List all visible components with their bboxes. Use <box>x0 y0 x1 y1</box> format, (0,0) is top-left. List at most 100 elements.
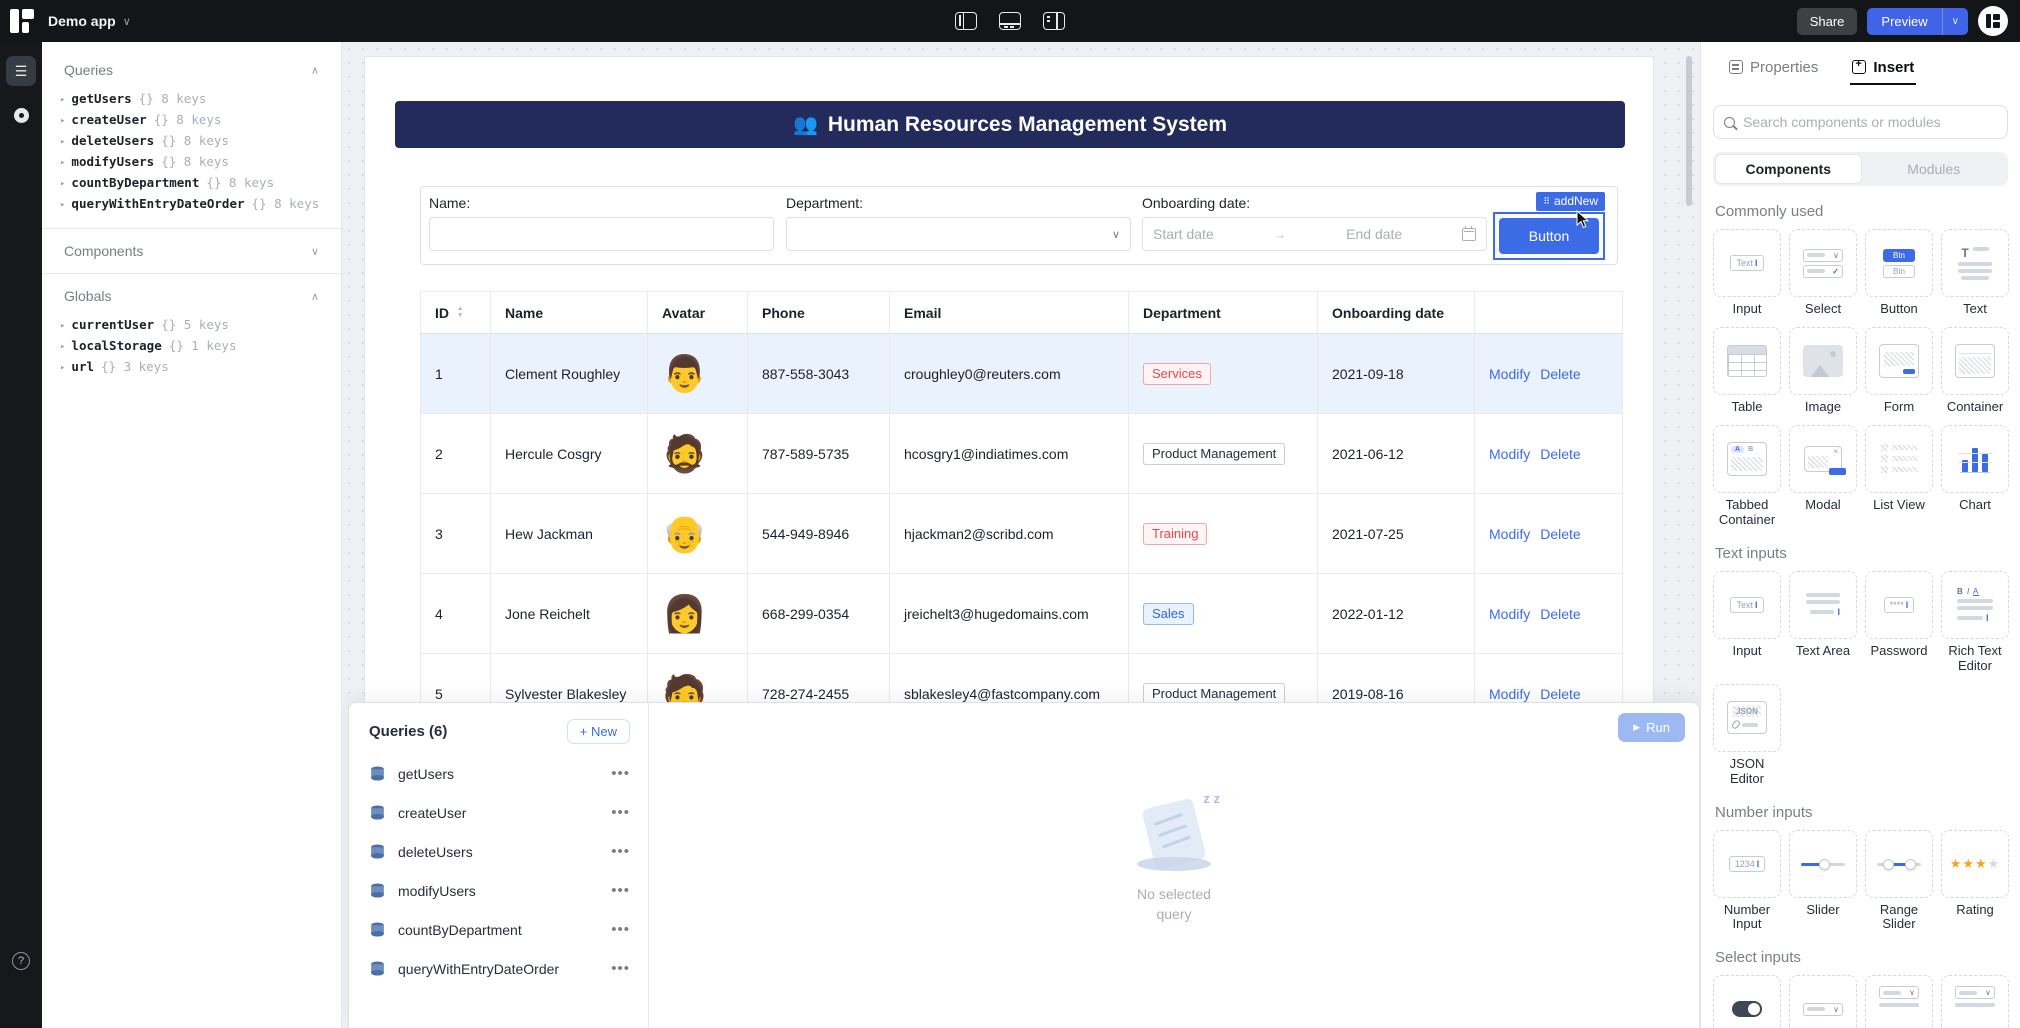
calendar-icon[interactable] <box>1462 228 1476 241</box>
modify-link[interactable]: Modify <box>1489 526 1530 542</box>
component-card-cascader[interactable]: ∨ <box>1941 975 2009 1028</box>
delete-link[interactable]: Delete <box>1540 526 1580 542</box>
tree-item[interactable]: ▸deleteUsers{} 8 keys <box>42 130 341 151</box>
column-header-email[interactable]: Email <box>890 292 1129 334</box>
tree-item[interactable]: ▸localStorage{} 1 keys <box>42 335 341 356</box>
component-card-container[interactable]: Container <box>1941 327 2009 415</box>
new-query-button[interactable]: + New <box>567 719 630 744</box>
globals-section-header[interactable]: Globals ∧ <box>42 284 341 308</box>
caret-right-icon[interactable]: ▸ <box>60 342 65 352</box>
users-table[interactable]: ID ▲▼ Name Avatar Phone Email Department… <box>420 291 1623 734</box>
column-header-id[interactable]: ID ▲▼ <box>421 292 491 334</box>
toggle-right-panel-icon[interactable] <box>1043 12 1065 30</box>
table-row[interactable]: 3 Hew Jackman 👴 544-949-8946 hjackman2@s… <box>421 494 1623 574</box>
delete-link[interactable]: Delete <box>1540 686 1580 702</box>
name-input[interactable] <box>429 217 774 251</box>
component-card-password[interactable]: ****I Password <box>1865 571 1933 674</box>
account-avatar[interactable] <box>1978 6 2008 36</box>
component-card-input[interactable]: TextI Input <box>1713 571 1781 674</box>
column-header-name[interactable]: Name <box>491 292 648 334</box>
caret-right-icon[interactable]: ▸ <box>60 363 65 373</box>
name-input-field[interactable] <box>440 226 763 242</box>
component-card-slider[interactable]: Slider <box>1789 830 1857 933</box>
run-query-button[interactable]: ▶ Run <box>1618 713 1685 742</box>
chevron-down-icon[interactable]: ∨ <box>123 15 131 28</box>
query-list-item[interactable]: modifyUsers••• <box>349 871 648 910</box>
tree-item[interactable]: ▸currentUser{} 5 keys <box>42 314 341 335</box>
component-card-switch[interactable] <box>1713 975 1781 1028</box>
modify-link[interactable]: Modify <box>1489 606 1530 622</box>
component-card-range-slider[interactable]: Range Slider <box>1865 830 1933 933</box>
component-card-rich-text-editor[interactable]: B I A I Rich Text Editor <box>1941 571 2009 674</box>
modify-link[interactable]: Modify <box>1489 366 1530 382</box>
component-card-table[interactable]: Table <box>1713 327 1781 415</box>
toggle-bottom-panel-icon[interactable] <box>999 12 1021 30</box>
component-card-json-editor[interactable]: JSON JSON Editor <box>1713 684 1781 787</box>
help-icon[interactable]: ? <box>12 952 30 970</box>
component-card-form[interactable]: Form <box>1865 327 1933 415</box>
app-title-banner[interactable]: 👥 Human Resources Management System <box>395 101 1625 148</box>
end-date-placeholder[interactable]: End date <box>1346 226 1402 242</box>
start-date-placeholder[interactable]: Start date <box>1153 226 1214 242</box>
component-card-button[interactable]: Btn Btn Button <box>1865 229 1933 317</box>
query-list-item[interactable]: queryWithEntryDateOrder••• <box>349 949 648 988</box>
expand-icon[interactable]: ∨ <box>311 245 319 258</box>
component-card-list-view[interactable]: List View <box>1865 425 1933 528</box>
tree-item[interactable]: ▸countByDepartment{} 8 keys <box>42 172 341 193</box>
component-card-multiselect[interactable]: ∨ <box>1865 975 1933 1028</box>
query-list-item[interactable]: getUsers••• <box>349 754 648 793</box>
query-list-item[interactable]: createUser••• <box>349 793 648 832</box>
component-card-select[interactable]: ∨ <box>1789 975 1857 1028</box>
collapse-icon[interactable]: ∧ <box>311 290 319 303</box>
component-card-modal[interactable]: × Modal <box>1789 425 1857 528</box>
query-menu-icon[interactable]: ••• <box>611 843 630 860</box>
modify-link[interactable]: Modify <box>1489 686 1530 702</box>
search-input[interactable] <box>1743 114 1997 130</box>
queries-section-header[interactable]: Queries ∧ <box>42 58 341 82</box>
collapse-icon[interactable]: ∧ <box>311 64 319 77</box>
segment-components[interactable]: Components <box>1715 154 1862 184</box>
component-card-text-area[interactable]: I Text Area <box>1789 571 1857 674</box>
tree-item[interactable]: ▸createUser{} 8 keys <box>42 109 341 130</box>
tree-item[interactable]: ▸modifyUsers{} 8 keys <box>42 151 341 172</box>
canvas-scrollbar[interactable] <box>1686 56 1692 206</box>
table-row[interactable]: 2 Hercule Cosgry 🧔 787-589-5735 hcosgry1… <box>421 414 1623 494</box>
component-card-select[interactable]: ∨ ✓ Select <box>1789 229 1857 317</box>
caret-right-icon[interactable]: ▸ <box>60 179 65 189</box>
component-card-image[interactable]: Image <box>1789 327 1857 415</box>
modify-link[interactable]: Modify <box>1489 446 1530 462</box>
component-card-input[interactable]: TextI Input <box>1713 229 1781 317</box>
caret-right-icon[interactable]: ▸ <box>60 158 65 168</box>
tree-item[interactable]: ▸url{} 3 keys <box>42 356 341 377</box>
segment-modules[interactable]: Modules <box>1862 154 2007 184</box>
caret-right-icon[interactable]: ▸ <box>60 321 65 331</box>
component-card-text[interactable]: T Text <box>1941 229 2009 317</box>
component-card-number-input[interactable]: 1234I Number Input <box>1713 830 1781 933</box>
delete-link[interactable]: Delete <box>1540 366 1580 382</box>
delete-link[interactable]: Delete <box>1540 606 1580 622</box>
delete-link[interactable]: Delete <box>1540 446 1580 462</box>
query-menu-icon[interactable]: ••• <box>611 921 630 938</box>
component-card-tabbed-container[interactable]: AB Tabbed Container <box>1713 425 1781 528</box>
column-header-department[interactable]: Department <box>1129 292 1318 334</box>
caret-right-icon[interactable]: ▸ <box>60 137 65 147</box>
tab-properties[interactable]: Properties <box>1729 59 1818 76</box>
caret-right-icon[interactable]: ▸ <box>60 95 65 105</box>
query-menu-icon[interactable]: ••• <box>611 804 630 821</box>
app-logo-icon[interactable] <box>10 9 34 33</box>
caret-right-icon[interactable]: ▸ <box>60 200 65 210</box>
component-search[interactable] <box>1713 105 2008 139</box>
preview-button[interactable]: Preview <box>1867 8 1941 35</box>
toggle-left-panel-icon[interactable] <box>955 12 977 30</box>
caret-right-icon[interactable]: ▸ <box>60 116 65 126</box>
date-range-input[interactable]: Start date → End date <box>1142 217 1487 251</box>
app-name[interactable]: Demo app <box>48 13 116 29</box>
table-row[interactable]: 1 Clement Roughley 👨 887-558-3043 crough… <box>421 334 1623 414</box>
query-list-item[interactable]: countByDepartment••• <box>349 910 648 949</box>
query-menu-icon[interactable]: ••• <box>611 765 630 782</box>
tab-insert[interactable]: Insert <box>1852 59 1914 76</box>
column-header-avatar[interactable]: Avatar <box>648 292 748 334</box>
tree-item[interactable]: ▸queryWithEntryDateOrder{} 8 keys <box>42 193 341 214</box>
components-section-header[interactable]: Components ∨ <box>42 239 341 263</box>
column-header-onboarding[interactable]: Onboarding date <box>1318 292 1475 334</box>
